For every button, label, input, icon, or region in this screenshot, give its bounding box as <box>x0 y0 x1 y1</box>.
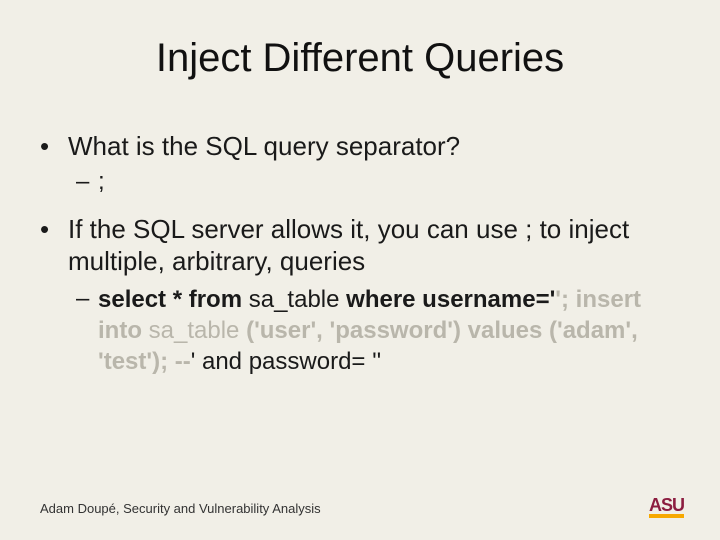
code-plain: ' and password= '' <box>191 348 382 375</box>
footer-text: Adam Doupé, Security and Vulnerability A… <box>40 501 321 516</box>
code-injected-plain: sa_table <box>149 317 240 344</box>
bullet-1a: – ; <box>76 167 680 197</box>
bullet-1: • What is the SQL query separator? <box>40 130 680 163</box>
bullet-2-text: If the SQL server allows it, you can use… <box>68 213 680 278</box>
slide-title: Inject Different Queries <box>0 36 720 81</box>
asu-logo-text: ASU <box>649 497 684 518</box>
bullet-dash: – <box>76 167 98 197</box>
asu-logo: ASU <box>649 497 684 518</box>
bullet-1a-text: ; <box>98 167 680 197</box>
bullet-dot: • <box>40 213 68 278</box>
code-strong: select * from <box>98 286 249 313</box>
bullet-dot: • <box>40 130 68 163</box>
code-strong: where username=' <box>339 286 555 313</box>
code-plain: sa_table <box>249 286 340 313</box>
bullet-2a: – select * from sa_table where username=… <box>76 284 680 378</box>
bullet-1-text: What is the SQL query separator? <box>68 130 680 163</box>
bullet-2: • If the SQL server allows it, you can u… <box>40 213 680 278</box>
bullet-dash: – <box>76 284 98 378</box>
slide: Inject Different Queries • What is the S… <box>0 0 720 540</box>
bullet-2a-text: select * from sa_table where username=' '… <box>98 284 680 378</box>
slide-body: • What is the SQL query separator? – ; •… <box>40 130 680 377</box>
